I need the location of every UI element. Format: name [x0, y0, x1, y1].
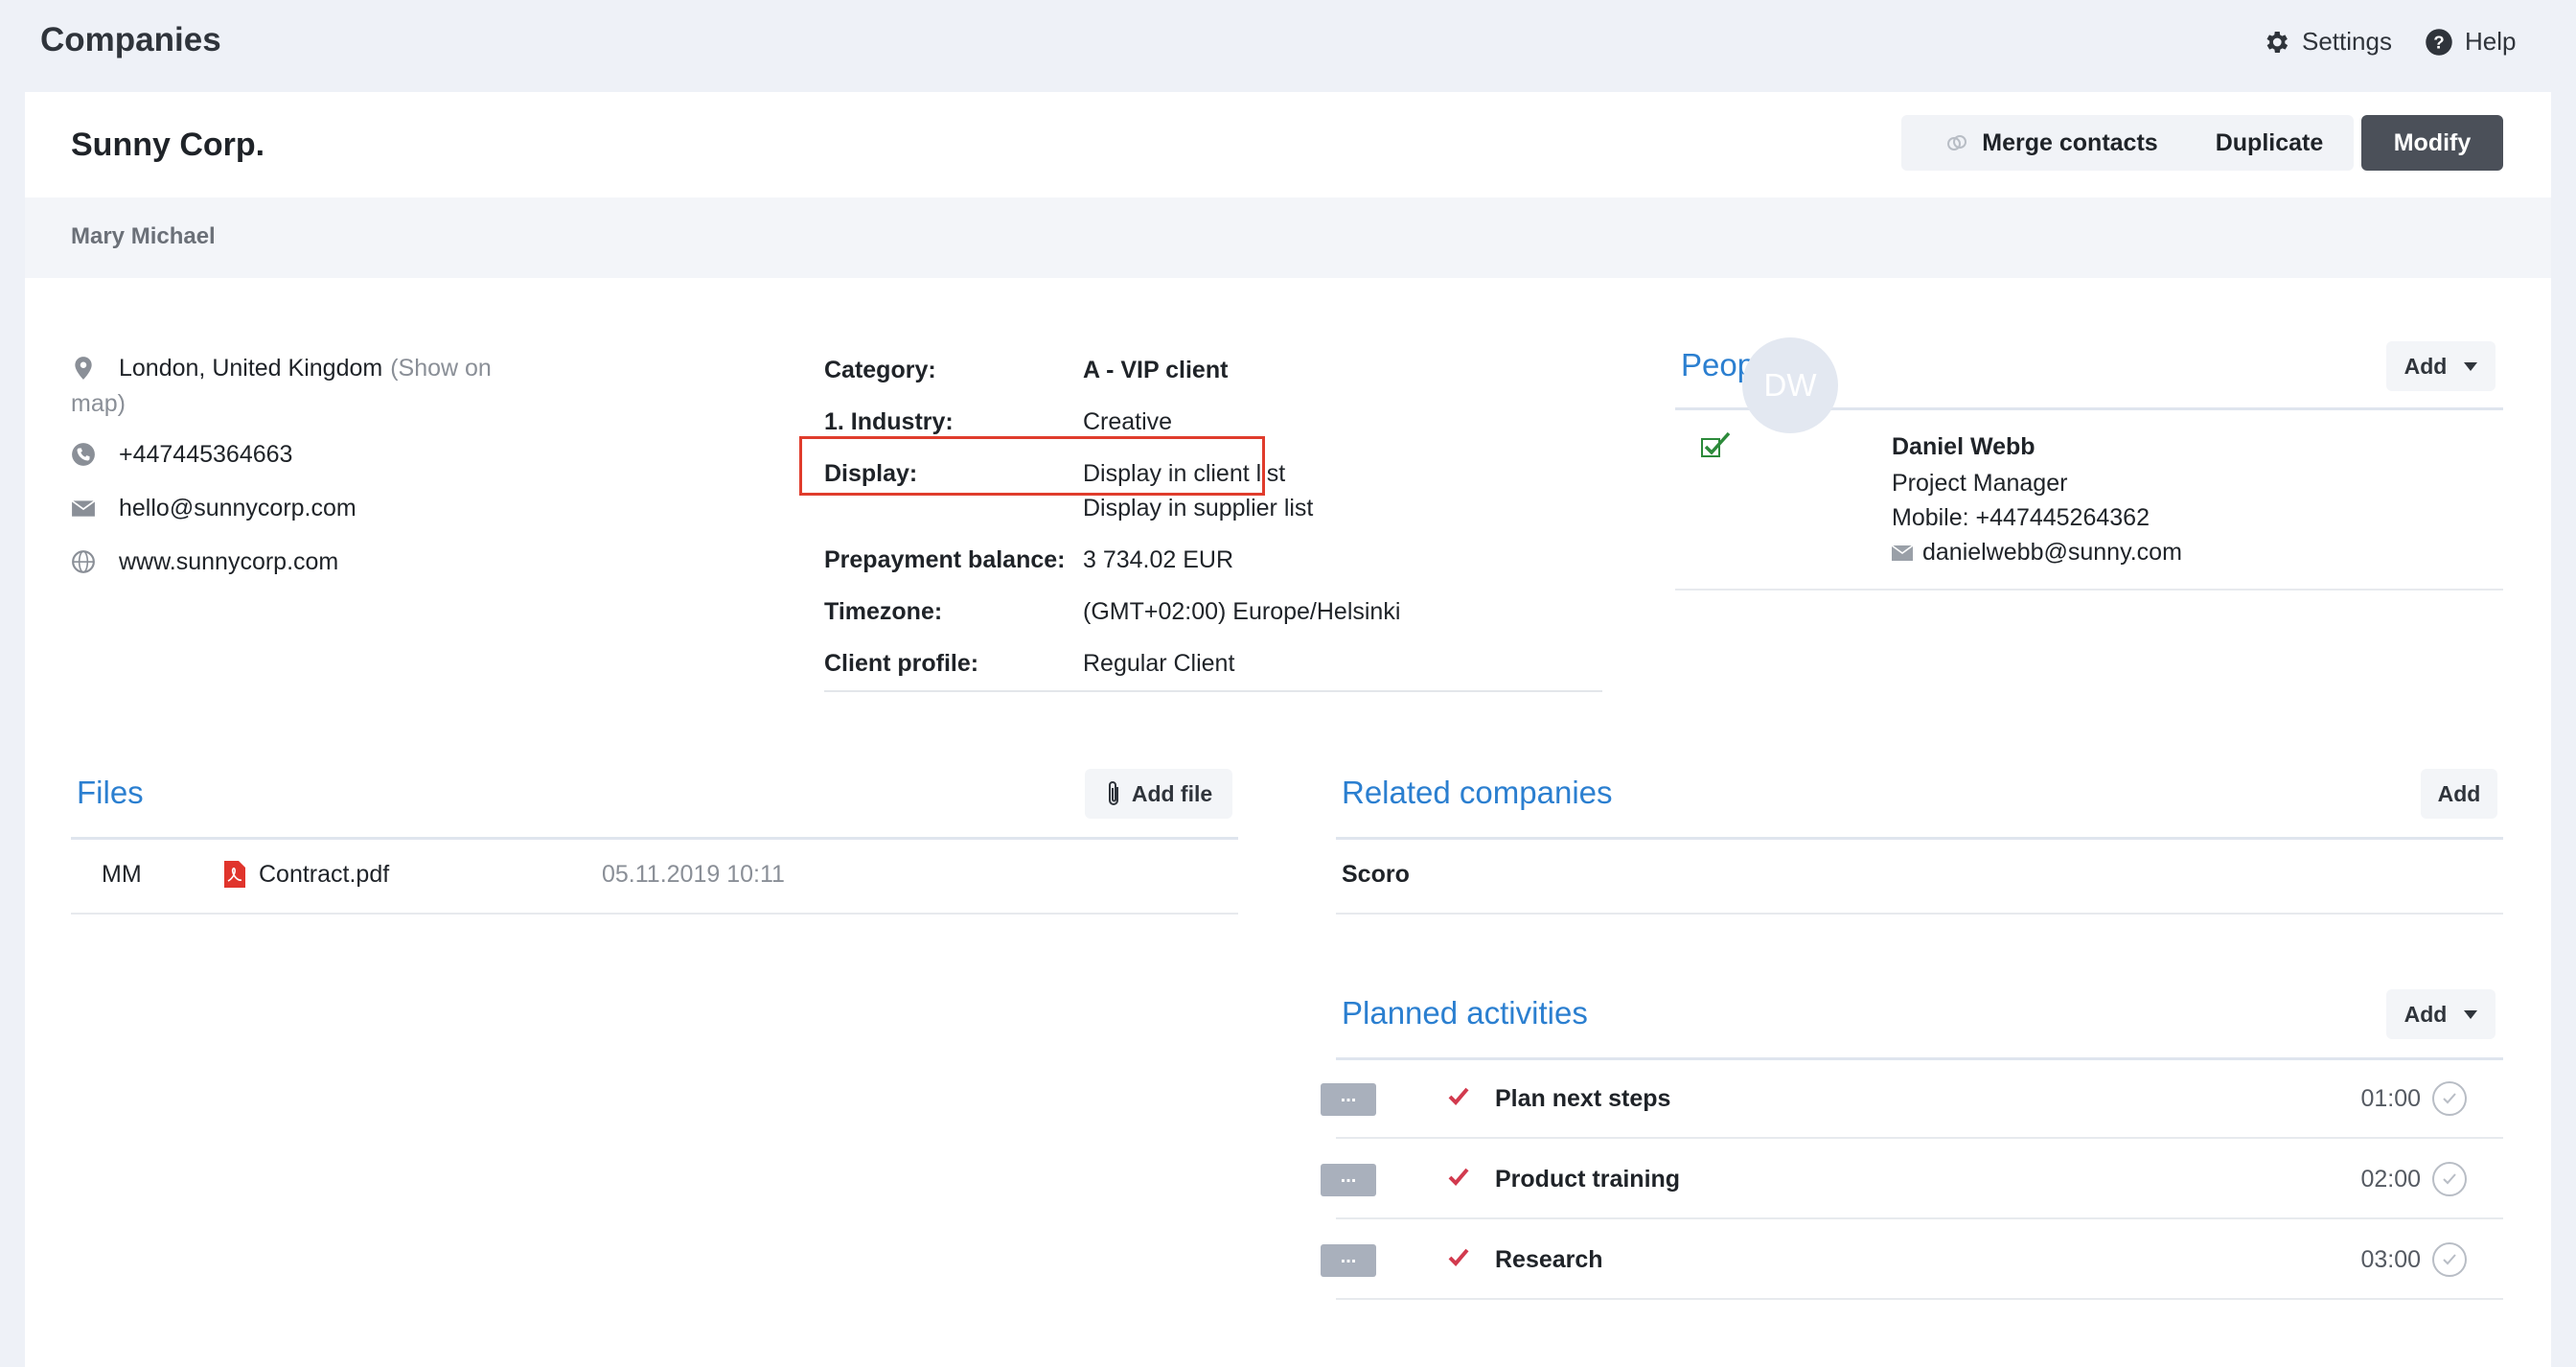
industry-label: 1. Industry: — [824, 408, 954, 435]
chevron-down-icon — [2464, 361, 2478, 371]
client-profile-label: Client profile: — [824, 650, 979, 677]
activities-add-button[interactable]: Add — [2386, 989, 2496, 1039]
prepayment-label: Prepayment balance: — [824, 546, 1066, 573]
person-mobile: Mobile: +447445264362 — [1892, 504, 2150, 531]
checkmark-icon — [1448, 1087, 1469, 1105]
merge-contacts-label: Merge contacts — [1982, 128, 2158, 156]
complete-activity-button[interactable] — [2432, 1162, 2467, 1196]
website-row: www.sunnycorp.com — [71, 548, 338, 576]
complete-activity-button[interactable] — [2432, 1081, 2467, 1116]
checkbox-checked-icon[interactable] — [1700, 431, 1731, 458]
phone-icon — [72, 443, 95, 466]
help-label: Help — [2465, 27, 2517, 56]
envelope-icon — [1892, 544, 1913, 561]
person-email[interactable]: danielwebb@sunny.com — [1922, 539, 2182, 567]
globe-icon — [72, 550, 95, 573]
top-bar: Companies Settings ? Help — [0, 0, 2576, 92]
paperclip-icon — [1108, 781, 1118, 805]
owner-name: Mary Michael — [71, 223, 216, 249]
settings-label: Settings — [2302, 27, 2392, 56]
people-add-button[interactable]: Add — [2386, 341, 2496, 391]
company-card: Sunny Corp. Merge contacts Duplicate Mod… — [25, 92, 2551, 1367]
pdf-file-icon — [224, 861, 245, 888]
related-divider — [1336, 837, 2503, 840]
industry-value: Creative — [1083, 408, 1173, 435]
svg-text:?: ? — [2433, 32, 2444, 52]
details-divider — [824, 690, 1602, 692]
activity-menu-handle[interactable]: ... — [1321, 1164, 1376, 1196]
activities-add-label: Add — [2404, 1001, 2448, 1027]
file-owner: MM — [102, 861, 142, 888]
page-title: Companies — [40, 21, 221, 58]
activity-menu-handle[interactable]: ... — [1321, 1244, 1376, 1277]
client-profile-value: Regular Client — [1083, 650, 1235, 677]
file-name-link[interactable]: Contract.pdf — [259, 861, 389, 889]
prepayment-highlight — [799, 436, 1265, 496]
related-row-divider — [1336, 913, 2503, 915]
merge-contacts-button[interactable]: Merge contacts — [1901, 115, 2202, 171]
activity-row-divider — [1336, 1217, 2503, 1219]
file-date: 05.11.2019 10:11 — [602, 861, 785, 888]
person-name[interactable]: Daniel Webb — [1892, 433, 2036, 461]
company-name: Sunny Corp. — [71, 127, 265, 163]
gear-icon — [2266, 31, 2288, 53]
files-title: Files — [77, 775, 144, 810]
merge-icon — [1947, 135, 1967, 151]
people-add-label: Add — [2404, 353, 2448, 379]
email-row: hello@sunnycorp.com — [71, 495, 356, 522]
show-on-map-link-cont[interactable]: map) — [71, 390, 126, 418]
display-value-supplier: Display in supplier list — [1083, 495, 1314, 521]
card-header: Sunny Corp. Merge contacts Duplicate Mod… — [25, 92, 2551, 197]
complete-activity-button[interactable] — [2432, 1242, 2467, 1277]
add-file-label: Add file — [1131, 780, 1213, 806]
timezone-value: (GMT+02:00) Europe/Helsinki — [1083, 598, 1401, 625]
activity-row-divider — [1336, 1137, 2503, 1139]
chevron-down-icon — [2464, 1009, 2478, 1019]
help-link[interactable]: ? Help — [2425, 27, 2516, 57]
location-pin-icon — [75, 357, 92, 380]
activity-name[interactable]: Plan next steps — [1495, 1085, 1670, 1113]
check-circle-icon — [2443, 1093, 2456, 1104]
check-circle-icon — [2443, 1173, 2456, 1185]
activity-duration: 02:00 — [2360, 1166, 2421, 1193]
avatar: DW — [1742, 337, 1838, 433]
person-email-row: danielwebb@sunny.com — [1892, 539, 2182, 567]
category-label: Category: — [824, 357, 936, 383]
address-text: London, United Kingdom — [119, 355, 383, 382]
person-role: Project Manager — [1892, 470, 2068, 497]
add-file-button[interactable]: Add file — [1085, 769, 1232, 819]
timezone-label: Timezone: — [824, 598, 943, 625]
activity-duration: 03:00 — [2360, 1246, 2421, 1273]
owner-bar: Mary Michael — [25, 197, 2551, 278]
activities-divider — [1336, 1057, 2503, 1060]
people-row-divider — [1675, 589, 2503, 591]
phone-text[interactable]: +447445364663 — [119, 441, 292, 469]
files-divider — [71, 837, 1238, 840]
related-companies-title: Related companies — [1342, 775, 1613, 810]
activity-row-divider — [1336, 1298, 2503, 1300]
website-text[interactable]: www.sunnycorp.com — [119, 548, 338, 576]
email-text[interactable]: hello@sunnycorp.com — [119, 495, 356, 522]
activity-name[interactable]: Research — [1495, 1246, 1603, 1274]
phone-row: +447445364663 — [71, 441, 292, 469]
duplicate-button[interactable]: Duplicate — [2185, 115, 2354, 171]
address-row: London, United Kingdom (Show on — [71, 355, 492, 382]
show-on-map-link[interactable]: (Show on — [390, 355, 492, 382]
check-circle-icon — [2443, 1254, 2456, 1265]
envelope-icon — [71, 499, 96, 517]
modify-button[interactable]: Modify — [2361, 115, 2503, 171]
checkmark-icon — [1448, 1248, 1469, 1266]
settings-link[interactable]: Settings — [2262, 27, 2392, 57]
activity-name[interactable]: Product training — [1495, 1166, 1680, 1193]
category-value: A - VIP client — [1083, 357, 1229, 383]
activity-menu-handle[interactable]: ... — [1321, 1083, 1376, 1116]
related-add-button[interactable]: Add — [2421, 769, 2497, 819]
checkmark-icon — [1448, 1168, 1469, 1186]
activity-duration: 01:00 — [2360, 1085, 2421, 1112]
files-row-divider — [71, 913, 1238, 915]
help-icon: ? — [2426, 28, 2452, 56]
related-company-name[interactable]: Scoro — [1342, 861, 1410, 889]
prepayment-value: 3 734.02 EUR — [1083, 546, 1234, 573]
planned-activities-title: Planned activities — [1342, 995, 1588, 1031]
